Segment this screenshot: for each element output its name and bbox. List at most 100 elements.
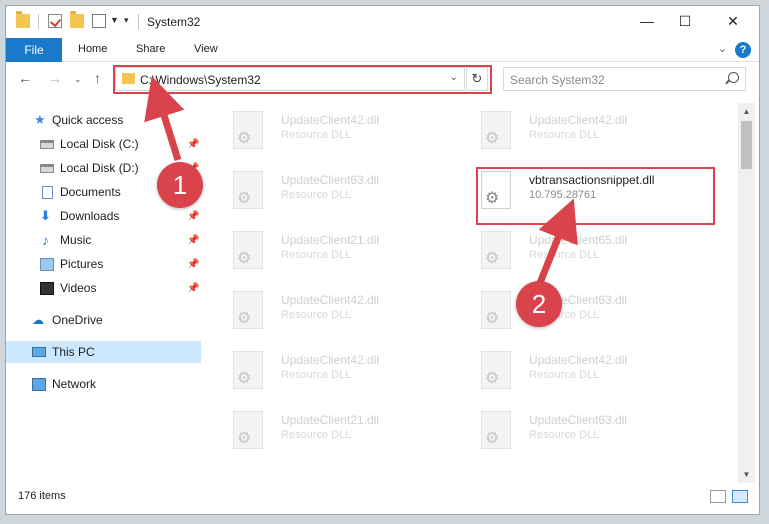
file-type: Resource DLL [281,129,352,141]
file-type: Resource DLL [529,249,600,261]
scroll-up-icon[interactable]: ▲ [738,103,755,120]
download-icon: ⬇ [40,208,51,223]
recent-locations-icon[interactable]: ⌄ [74,74,82,85]
dll-file-icon [481,231,511,269]
vertical-scrollbar[interactable]: ▲ ▼ [738,103,755,483]
nav-item-label: Videos [60,281,97,295]
file-item[interactable]: UpdateClient63.dll Resource DLL [454,403,694,459]
maximize-button[interactable]: ☐ [662,6,708,36]
nav-item-this-pc[interactable]: This PC [6,341,201,363]
file-name: UpdateClient21.dll [281,413,380,427]
file-type: Resource DLL [281,429,352,441]
nav-item-videos[interactable]: Videos 📌 [6,277,201,299]
tab-file[interactable]: File [6,38,62,62]
address-highlight-box [113,65,492,94]
file-name: UpdateClient42.dll [281,293,380,307]
ribbon-expand-icon[interactable]: ⌄ [718,42,727,55]
file-list: UpdateClient42.dll Resource DLL UpdateCl… [206,103,737,481]
navigation-pane: ★ Quick access Local Disk (C:) 📌 Local D… [6,103,201,483]
file-type: Resource DLL [281,369,352,381]
file-name: UpdateClient42.dll [281,113,380,127]
forward-arrow-icon[interactable]: → [48,70,62,86]
folder-icon[interactable] [16,11,30,28]
file-name: UpdateClient63.dll [281,173,380,187]
properties-icon[interactable] [48,14,62,28]
nav-item-label: Documents [60,185,121,199]
scroll-thumb[interactable] [741,121,752,169]
file-name: UpdateClient63.dll [529,413,628,427]
new-folder-icon[interactable] [70,11,84,28]
file-item[interactable]: UpdateClient65.dll Resource DLL [454,223,694,279]
status-bar: 176 items [6,486,759,510]
nav-item-quick-access[interactable]: ★ Quick access [6,109,201,131]
pin-icon[interactable]: 📌 [187,283,199,294]
nav-item-onedrive[interactable]: ☁ OneDrive [6,309,201,331]
tiles-view-icon[interactable] [732,490,748,503]
pin-icon[interactable]: 📌 [187,139,199,150]
file-item[interactable]: UpdateClient42.dll Resource DLL [206,343,446,399]
file-name: UpdateClient42.dll [529,113,628,127]
search-placeholder: Search System32 [510,73,605,87]
search-icon[interactable] [728,72,739,83]
nav-item-pictures[interactable]: Pictures 📌 [6,253,201,275]
file-highlight-box [476,167,715,225]
file-type: Resource DLL [281,189,352,201]
tab-view[interactable]: View [194,43,218,55]
drive-icon [40,140,54,149]
dll-file-icon [233,171,263,209]
file-type: Resource DLL [529,429,600,441]
drive-icon [40,164,54,173]
file-item[interactable]: UpdateClient21.dll Resource DLL [206,403,446,459]
computer-icon [32,347,46,357]
file-item[interactable]: UpdateClient42.dll Resource DLL [454,103,694,159]
pin-icon[interactable]: 📌 [187,211,199,222]
ribbon: File Home Share View ⌄ ? [6,38,759,62]
close-button[interactable]: ✕ [710,6,756,36]
tab-share[interactable]: Share [136,43,165,55]
nav-item-network[interactable]: Network [6,373,201,395]
file-item[interactable]: UpdateClient63.dll Resource DLL [454,283,694,339]
item-count: 176 items [18,490,66,502]
explorer-window: ▼ ▾ System32 — ☐ ✕ File Home Share View … [5,5,760,515]
file-name: UpdateClient65.dll [529,233,628,247]
nav-item-label: Downloads [60,209,120,223]
dll-file-icon [233,351,263,389]
tab-home[interactable]: Home [78,43,107,55]
nav-item-local-disk-c[interactable]: Local Disk (C:) 📌 [6,133,201,155]
file-item[interactable]: UpdateClient63.dll Resource DLL [206,163,446,219]
file-type: Resource DLL [529,369,600,381]
nav-item-label: Local Disk (D:) [60,161,139,175]
help-icon[interactable]: ? [735,42,751,58]
search-input[interactable]: Search System32 [503,67,746,91]
pin-icon[interactable]: 📌 [187,259,199,270]
documents-icon [42,185,53,199]
file-name: UpdateClient42.dll [529,353,628,367]
nav-item-label: Music [60,233,92,247]
nav-item-label: Network [52,377,97,391]
scroll-down-icon[interactable]: ▼ [738,466,755,483]
dll-file-icon [233,291,263,329]
quick-access-toolbar-dropdown-icon[interactable]: ▾ [124,15,129,26]
nav-item-downloads[interactable]: ⬇ Downloads 📌 [6,205,201,227]
nav-item-label: Quick access [52,113,124,127]
customize-view-icon[interactable] [92,14,106,28]
back-arrow-icon[interactable]: ← [18,70,32,86]
pictures-icon [40,257,54,271]
dll-file-icon [233,111,263,149]
up-arrow-icon[interactable]: ↑ [94,70,101,86]
file-name: UpdateClient21.dll [281,233,380,247]
nav-item-music[interactable]: ♪ Music 📌 [6,229,201,251]
nav-item-label: This PC [52,345,95,359]
pin-icon[interactable]: 📌 [187,235,199,246]
star-icon: ★ [34,112,46,127]
music-icon: ♪ [42,232,49,248]
nav-item-label: Local Disk (C:) [60,137,139,151]
file-item[interactable]: UpdateClient42.dll Resource DLL [206,283,446,339]
chevron-down-icon[interactable]: ▼ [110,15,119,25]
title-bar: ▼ ▾ System32 — ☐ ✕ [6,6,759,38]
details-view-icon[interactable] [710,490,726,503]
file-item[interactable]: UpdateClient21.dll Resource DLL [206,223,446,279]
file-item[interactable]: UpdateClient42.dll Resource DLL [206,103,446,159]
file-name: UpdateClient42.dll [281,353,380,367]
file-item[interactable]: UpdateClient42.dll Resource DLL [454,343,694,399]
